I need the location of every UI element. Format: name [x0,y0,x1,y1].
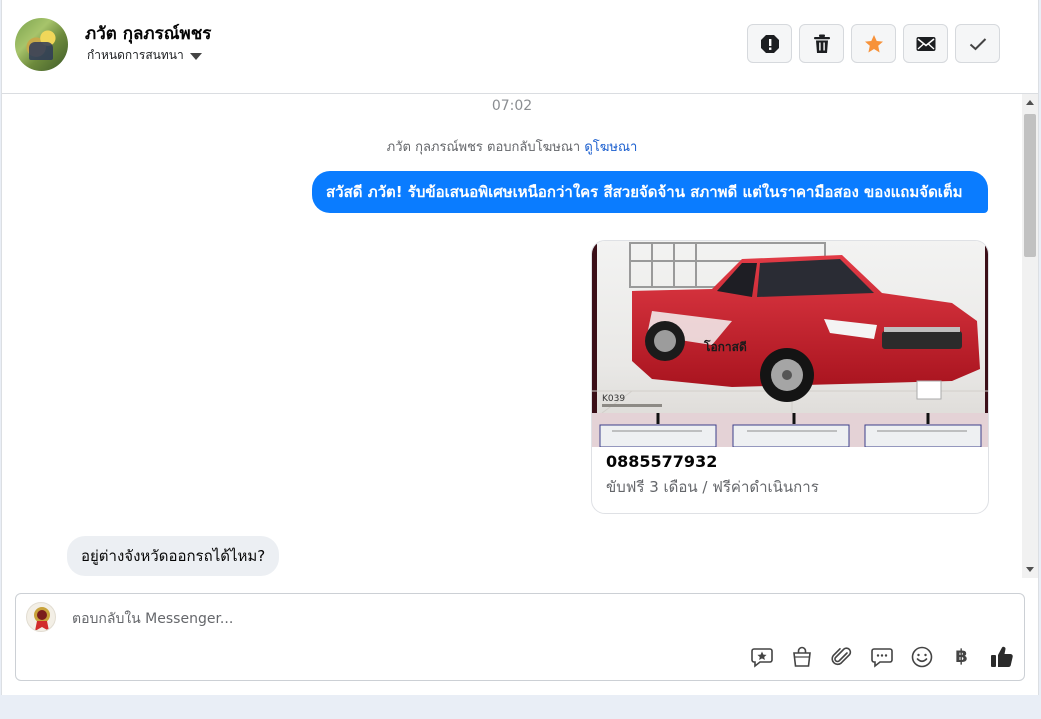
payment-button[interactable]: ฿ [949,644,974,669]
reply-input[interactable] [70,606,674,632]
trash-icon [813,34,830,53]
baht-icon: ฿ [955,646,968,667]
mark-unread-button[interactable] [903,24,948,63]
like-button[interactable] [989,644,1014,669]
saved-reply-button[interactable] [749,644,774,669]
header-actions [747,24,1000,63]
reply-composer: ฿ [15,593,1025,681]
assign-label: กำหนดการสนทนา [87,48,184,62]
thread-scrollbar[interactable] [1022,94,1038,578]
message-timestamp: 07:02 [491,98,533,114]
chat-reply-button[interactable] [869,644,894,669]
delete-button[interactable] [799,24,844,63]
chat-bubble-icon [870,647,893,668]
ad-card[interactable]: โอกาสดี K039 0885577932 ขับฟรี 3 เดือน /… [591,240,989,514]
report-icon [760,34,779,53]
scrollbar-thumb[interactable] [1024,114,1036,257]
emoji-icon [911,646,932,667]
ad-card-phone: 0885577932 [606,452,718,471]
saved-reply-icon [750,647,773,668]
contact-avatar[interactable] [15,18,68,71]
ad-car-image: โอกาสดี K039 [592,241,988,447]
message-thread[interactable]: 07:02 ภวัต กุลภรณ์พชร ตอบกลับโฆษณา ดูโฆษ… [2,94,1022,578]
shop-button[interactable] [789,644,814,669]
ad-card-subtitle: ขับฟรี 3 เดือน / ฟรีค่าดำเนินการ [606,478,819,496]
page-logo-icon [34,607,50,631]
like-icon [990,646,1013,667]
conversation-header: ภวัต กุลภรณ์พชร กำหนดการสนทนา [2,0,1038,94]
attachment-icon [830,646,851,665]
mark-done-button[interactable] [955,24,1000,63]
conversation-panel: ภวัต กุลภรณ์พชร กำหนดการสนทนา 07:02 ภวัต… [1,0,1039,695]
page-avatar [26,602,56,632]
star-button[interactable] [851,24,896,63]
ad-image-code: K039 [602,394,625,404]
mail-icon [916,36,935,51]
assign-conversation-dropdown[interactable]: กำหนดการสนทนา [87,46,202,65]
ad-reply-text: ภวัต กุลภรณ์พชร ตอบกลับโฆษณา [386,140,581,155]
incoming-message: อยู่ต่างจังหวัดออกรถได้ไหม? [67,536,280,576]
view-ad-link[interactable]: ดูโฆษณา [584,140,637,155]
shop-bag-icon [792,646,811,667]
outgoing-message: สวัสดี ภวัต! รับข้อเสนอพิเศษเหนือกว่าใคร… [312,171,988,213]
report-button[interactable] [747,24,792,63]
composer-toolbar: ฿ [749,644,1014,669]
svg-text:โอกาสดี: โอกาสดี [703,339,747,354]
scroll-up-arrow-icon[interactable] [1026,100,1034,105]
ad-reply-notice: ภวัต กุลภรณ์พชร ตอบกลับโฆษณา ดูโฆษณา [2,136,1022,157]
attach-button[interactable] [829,644,854,669]
check-icon [969,37,986,50]
emoji-button[interactable] [909,644,934,669]
star-icon [864,34,883,52]
contact-name[interactable]: ภวัต กุลภรณ์พชร [85,20,211,47]
caret-down-icon [189,53,202,60]
scroll-down-arrow-icon[interactable] [1026,567,1034,572]
